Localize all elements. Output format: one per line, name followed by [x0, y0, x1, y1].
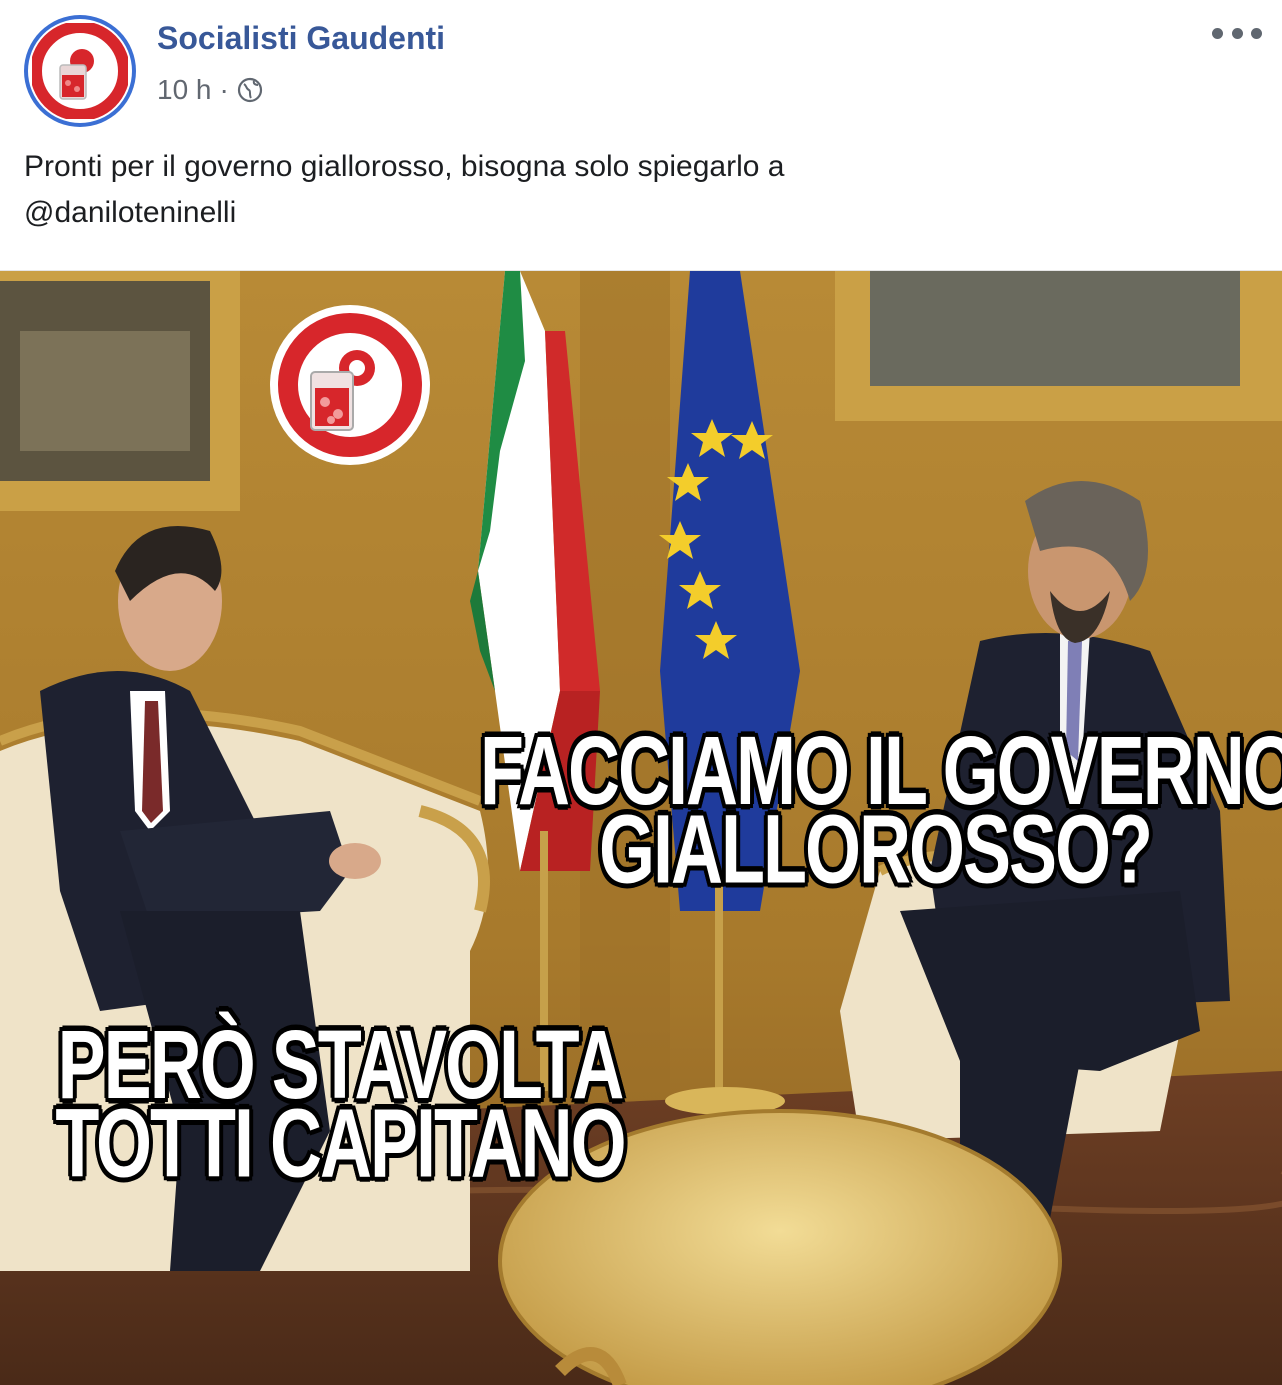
logo-icon: [278, 313, 422, 457]
page-avatar[interactable]: [24, 15, 136, 127]
more-dot: [1212, 27, 1223, 39]
post-caption: Pronti per il governo giallorosso, bisog…: [24, 144, 1254, 236]
avatar-logo: [28, 19, 132, 123]
caption-line: Pronti per il governo giallorosso, bisog…: [24, 150, 785, 183]
meme-upper-text: FACCIAMO IL GOVERNO GIALLOROSSO?: [480, 717, 1282, 899]
more-dot: [1231, 27, 1243, 39]
caption-mention[interactable]: @daniloteninelli: [24, 190, 1254, 236]
more-options-icon[interactable]: [1212, 20, 1262, 46]
logo-icon: [32, 23, 128, 119]
post-header: Socialisti Gaudenti 10 h ·: [0, 0, 1282, 140]
meme-text-line: TOTTI CAPITANO: [55, 1089, 626, 1198]
author-name[interactable]: Socialisti Gaudenti: [157, 20, 445, 57]
meme-logo: [270, 305, 430, 465]
meme-text-line: FACCIAMO IL GOVERNO: [480, 717, 1282, 826]
post-meta: 10 h ·: [157, 74, 263, 106]
more-dot: [1251, 27, 1262, 39]
post-timestamp[interactable]: 10 h: [157, 74, 212, 106]
globe-icon[interactable]: [237, 77, 263, 103]
post-image[interactable]: FACCIAMO IL GOVERNO GIALLOROSSO? PERÒ ST…: [0, 270, 1282, 1385]
meta-separator: ·: [219, 74, 229, 105]
meme-lower-text: PERÒ STAVOLTA TOTTI CAPITANO: [40, 1011, 640, 1198]
meme-text-line: PERÒ STAVOLTA: [57, 1011, 625, 1120]
